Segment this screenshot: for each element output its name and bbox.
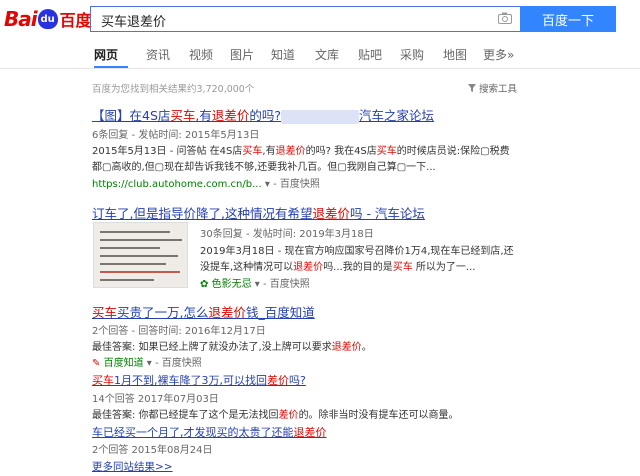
search-tools-button[interactable]: 搜索工具 [468, 81, 517, 95]
result-1-url[interactable]: https://club.autohome.com.cn/b... [92, 179, 262, 190]
camera-icon[interactable] [498, 12, 512, 24]
snippet-text: 的。除非当时没有提车还可以商量。 [298, 410, 459, 421]
zhidao-icon: ✎ [92, 358, 101, 369]
title-highlight: 退差价 [312, 206, 350, 221]
title-text: 吗 - 汽车论坛 [349, 206, 425, 221]
title-text: 车已经买一个月了,才发现买的太贵了还能 [92, 426, 294, 439]
snippet-text: 最佳答案: 如果已经上牌了就没办法了,没上牌可以要求 [92, 342, 332, 353]
result-3-url-row: ✎ 百度知道 ▾ - 百度快照 [92, 358, 202, 369]
tab-image[interactable]: 图片 [230, 46, 254, 63]
tab-more[interactable]: 更多» [483, 46, 514, 63]
result-4-snippet: 最佳答案: 你都已经提车了这个是无法找回差价的。除非当时没有提车还可以商量。 [92, 406, 459, 421]
result-2-snippet-line-2: 没提车,这种情况可以退差价吗...我的目的是买车 所以为了一... [200, 258, 475, 273]
result-3-url[interactable]: 百度知道 [104, 358, 144, 369]
result-2-url[interactable]: 色影无忌 [212, 279, 252, 290]
result-1-meta: 6条回复 - 发帖时间: 2015年5月13日 [92, 130, 260, 141]
result-2-title[interactable]: 订车了,但是指导价降了,这种情况有希望退差价吗 - 汽车论坛 [92, 203, 425, 222]
tab-news[interactable]: 资讯 [146, 46, 170, 63]
result-2-url-row: ✿ 色影无忌 ▾ - 百度快照 [200, 279, 310, 290]
search-tools-label: 搜索工具 [479, 84, 518, 95]
title-text: 订车了,但是指导价降了,这种情况有希望 [92, 206, 313, 221]
snippet-text: 没提车,这种情况可以 [200, 262, 294, 273]
snippet-highlight: 买车 [376, 146, 397, 157]
blurred-text [281, 109, 360, 124]
title-highlight: 买车 [170, 108, 196, 123]
chevron-down-icon[interactable]: ▾ [255, 279, 260, 290]
title-highlight: 买车 [92, 374, 114, 387]
snippet-text: 最佳答案: 你都已经提车了这个是无法找回 [92, 410, 279, 421]
result-4-meta: 14个回答 2017年07月03日 [92, 394, 219, 405]
result-3-title[interactable]: 买车买贵了一万,怎么退差价钱_百度知道 [92, 302, 315, 321]
title-text: 汽车之家论坛 [359, 108, 435, 123]
title-text: 吗? [289, 374, 306, 387]
tab-video[interactable]: 视频 [189, 46, 213, 63]
result-1-cache-link[interactable]: 百度快照 [280, 179, 320, 190]
title-text: 1月不到,裸车降了3万,可以找回 [114, 374, 267, 387]
result-5-meta: 2个回答 2015年08月24日 [92, 445, 213, 456]
snippet-text: 2015年5月13日 - 问答帖 在4S店 [92, 146, 243, 157]
title-text: 【图】在4S店 [92, 108, 171, 123]
snippet-highlight: 退差价 [293, 262, 324, 273]
tab-tieba[interactable]: 贴吧 [358, 46, 382, 63]
site-icon: ✿ [200, 279, 209, 290]
title-highlight: 买车 [92, 305, 118, 320]
tab-map[interactable]: 地图 [443, 46, 467, 63]
title-text: 钱_百度知道 [246, 305, 315, 320]
result-2-snippet-line-1: 2019年3月18日 - 现在官方响应国家号召降价1万4,现在车已经到店,还 [200, 246, 514, 257]
filter-icon [468, 84, 476, 92]
chevron-down-icon[interactable]: ▾ [265, 179, 270, 190]
result-2-thumbnail[interactable] [93, 222, 188, 288]
title-text: 的吗? [249, 108, 282, 123]
result-1-snippet-line-1: 2015年5月13日 - 问答帖 在4S店买车,有退差价的吗? 我在4S店买车的… [92, 142, 510, 157]
snippet-highlight: 买车 [242, 146, 263, 157]
snippet-highlight: 差价 [278, 410, 299, 421]
logo-paw-icon: du [37, 9, 58, 29]
result-2-meta: 30条回复 - 发帖时间: 2019年3月18日 [200, 229, 374, 240]
nav-tabs: 网页 资讯 视频 图片 知道 文库 贴吧 采购 地图 更多» [0, 40, 640, 69]
header: Bai du 百度 买车退差价 百度一下 [0, 0, 640, 40]
result-2-cache-link[interactable]: 百度快照 [270, 279, 310, 290]
more-results-link[interactable]: 更多同站结果>> [92, 459, 173, 474]
logo-bai: Bai [4, 7, 38, 31]
snippet-text: ,有 [262, 146, 276, 157]
title-highlight: 差价 [267, 374, 289, 387]
result-5-title[interactable]: 车已经买一个月了,才发现买的太贵了还能退差价 [92, 424, 327, 440]
title-text: 买贵了一万,怎么 [117, 305, 209, 320]
snippet-highlight: 退差价 [275, 146, 306, 157]
search-input[interactable]: 买车退差价 [101, 11, 166, 30]
result-1-snippet-line-2: 都▢高收的,但▢现在却告诉我钱不够,还要我补几百。但▢我刚自己算▢一下... [92, 162, 436, 173]
result-4-title[interactable]: 买车1月不到,裸车降了3万,可以找回差价吗? [92, 372, 306, 388]
snippet-highlight: 退差价 [331, 342, 362, 353]
title-highlight: 退差价 [211, 108, 250, 123]
snippet-text: 所以为了一... [412, 262, 476, 273]
snippet-text: 的时候店员说:保险▢税费 [396, 146, 510, 157]
logo-du: 百度 [59, 11, 92, 30]
tab-zhidao[interactable]: 知道 [271, 46, 295, 63]
baidu-logo[interactable]: Bai du 百度 [4, 6, 92, 32]
snippet-text: 的吗? 我在4S店 [305, 146, 377, 157]
tab-caigou[interactable]: 采购 [400, 46, 424, 63]
result-1-url-row: https://club.autohome.com.cn/b... ▾ - 百度… [92, 179, 320, 190]
search-box[interactable]: 买车退差价 [90, 6, 520, 32]
snippet-highlight: 买车 [392, 262, 413, 273]
result-1-title[interactable]: 【图】在4S店买车,有退差价的吗? 汽车之家论坛 [92, 105, 434, 124]
title-text: ,有 [195, 108, 212, 123]
result-3-meta: 2个回答 - 回答时间: 2016年12月17日 [92, 326, 266, 337]
active-tab-underline [94, 66, 128, 68]
title-highlight: 退差价 [293, 426, 327, 439]
snippet-text: 吗...我的目的是 [323, 262, 393, 273]
tab-web[interactable]: 网页 [94, 46, 118, 63]
snippet-text: 。 [361, 342, 372, 353]
tab-wenku[interactable]: 文库 [315, 46, 339, 63]
chevron-down-icon[interactable]: ▾ [147, 358, 152, 369]
result-3-cache-link[interactable]: 百度快照 [162, 358, 202, 369]
result-3-snippet: 最佳答案: 如果已经上牌了就没办法了,没上牌可以要求退差价。 [92, 338, 372, 353]
search-button[interactable]: 百度一下 [520, 6, 616, 32]
title-highlight: 退差价 [208, 305, 247, 320]
result-count: 百度为您找到相关结果约3,720,000个 [92, 84, 255, 95]
